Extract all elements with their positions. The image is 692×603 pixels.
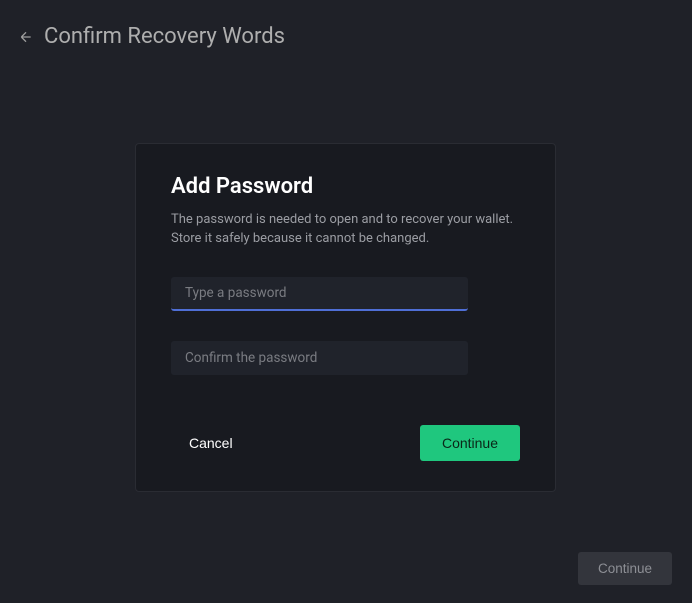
modal-description: The password is needed to open and to re… (171, 211, 520, 249)
confirm-password-placeholder: Confirm the password (185, 350, 317, 366)
modal-title: Add Password (171, 174, 520, 199)
confirm-password-input[interactable]: Confirm the password (171, 341, 468, 375)
page-title: Confirm Recovery Words (44, 24, 285, 49)
cancel-button[interactable]: Cancel (171, 425, 251, 461)
password-input[interactable]: Type a password (171, 277, 468, 311)
modal-actions: Cancel Continue (171, 425, 520, 461)
back-arrow-icon[interactable] (18, 29, 34, 45)
page-header: Confirm Recovery Words (0, 0, 692, 73)
add-password-modal: Add Password The password is needed to o… (135, 143, 556, 492)
modal-continue-button[interactable]: Continue (420, 425, 520, 461)
footer-continue-button[interactable]: Continue (578, 552, 672, 585)
password-placeholder: Type a password (185, 285, 287, 301)
